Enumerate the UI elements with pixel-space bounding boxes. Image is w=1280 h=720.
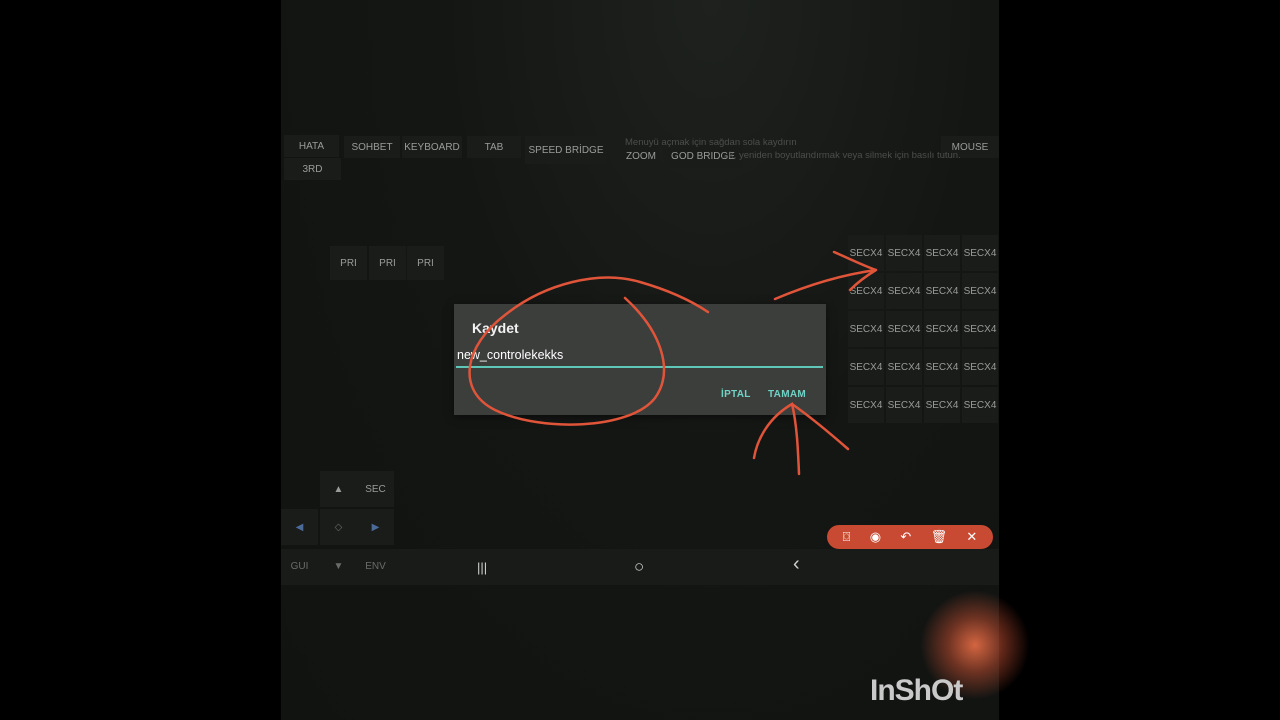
- inshot-watermark: InShOt: [870, 674, 963, 707]
- arrow-to-ok-annotation: [752, 402, 850, 476]
- arrow-to-grid-annotation: [773, 250, 878, 301]
- circle-annotation: [468, 276, 710, 426]
- annotation-drawings: [468, 250, 878, 476]
